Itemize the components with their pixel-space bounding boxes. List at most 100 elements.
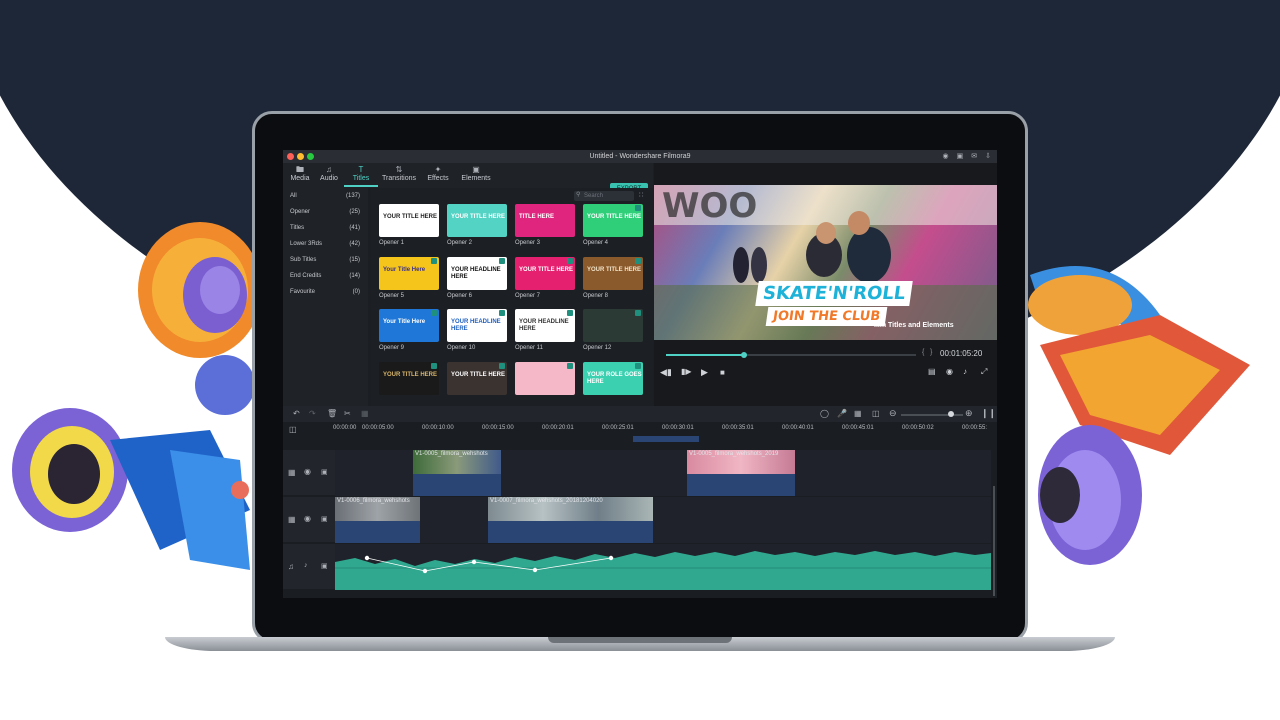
- title-template-thumbnail[interactable]: YOUR TITLE HERE: [379, 204, 439, 237]
- add-track-icon[interactable]: ◫: [289, 425, 297, 434]
- message-icon[interactable]: ✉: [971, 150, 977, 163]
- close-window-button[interactable]: [287, 153, 294, 160]
- minimize-window-button[interactable]: [297, 153, 304, 160]
- video-clip[interactable]: V1-0005_filmora_wehshots_2019: [687, 450, 795, 496]
- eye-icon[interactable]: ◉: [304, 514, 311, 523]
- download-icon[interactable]: [635, 310, 641, 316]
- keyframe[interactable]: [608, 555, 614, 561]
- title-template-thumbnail[interactable]: YOUR TITLE HERE: [583, 257, 643, 290]
- ruler-tick-label: 00:00:40:01: [782, 425, 814, 431]
- music-note-icon: ♫: [326, 165, 332, 174]
- category-all[interactable]: All (137): [290, 193, 360, 199]
- tab-elements[interactable]: ▣ Elements: [458, 165, 494, 182]
- mark-out-icon[interactable]: }: [930, 349, 932, 356]
- mark-in-icon[interactable]: {: [922, 349, 924, 356]
- crop-icon[interactable]: ▦: [361, 409, 369, 418]
- category-lower-3rds[interactable]: Lower 3Rds (42): [290, 241, 360, 247]
- cut-icon[interactable]: ✂: [344, 409, 351, 418]
- download-icon[interactable]: [635, 363, 641, 369]
- download-icon[interactable]: [567, 363, 573, 369]
- download-icon[interactable]: ⇩: [985, 150, 991, 163]
- maximize-window-button[interactable]: [307, 153, 314, 160]
- eye-icon[interactable]: ◉: [304, 467, 311, 476]
- title-template-thumbnail[interactable]: YOUR HEADLINE HERE: [447, 309, 507, 342]
- mixer-icon[interactable]: ▦: [854, 409, 862, 418]
- zoom-slider-track[interactable]: [901, 414, 963, 416]
- keyframe[interactable]: [364, 555, 370, 561]
- download-icon[interactable]: [499, 310, 505, 316]
- template-preview-text: YOUR HEADLINE HERE: [451, 319, 501, 332]
- render-icon[interactable]: ◯: [820, 409, 829, 418]
- category-end-credits[interactable]: End Credits (14): [290, 273, 360, 279]
- title-template-thumbnail[interactable]: [583, 309, 643, 342]
- title-template-thumbnail[interactable]: YOUR TITLE HERE: [447, 362, 507, 395]
- play-icon[interactable]: ▶: [701, 367, 708, 378]
- title-template-thumbnail[interactable]: YOUR HEADLINE HERE: [515, 309, 575, 342]
- tab-titles[interactable]: T Titles: [344, 165, 378, 187]
- category-favourite[interactable]: Favourite (0): [290, 289, 360, 295]
- split-screen-icon[interactable]: ◫: [872, 409, 880, 418]
- timecode: 00:01:05:20: [940, 349, 983, 358]
- download-icon[interactable]: [431, 310, 437, 316]
- grid-view-icon[interactable]: ∷: [639, 191, 643, 199]
- video-clip[interactable]: V1-0005_filmora_wehshots: [413, 450, 501, 496]
- title-template-thumbnail[interactable]: [515, 362, 575, 395]
- volume-icon[interactable]: ♪: [963, 367, 967, 376]
- speaker-icon[interactable]: ♪: [304, 562, 308, 569]
- keyframe[interactable]: [471, 559, 477, 565]
- lock-icon[interactable]: ▣: [321, 468, 328, 476]
- fullscreen-icon[interactable]: ⤢: [981, 367, 987, 377]
- title-template-thumbnail[interactable]: TITLE HERE: [515, 204, 575, 237]
- tab-audio[interactable]: ♫ Audio: [312, 165, 346, 182]
- timeline-ruler[interactable]: 00:00:00 00:00:05:00 00:00:10:00 00:00:15:0…: [333, 424, 991, 436]
- download-icon[interactable]: [499, 258, 505, 264]
- category-titles[interactable]: Titles (41): [290, 225, 360, 231]
- mic-icon[interactable]: 🎤: [837, 409, 847, 418]
- lock-icon[interactable]: ▣: [321, 515, 328, 523]
- tab-effects[interactable]: ✦ Effects: [421, 165, 455, 182]
- title-template-thumbnail[interactable]: YOUR HEADLINE HERE: [447, 257, 507, 290]
- download-icon[interactable]: [567, 310, 573, 316]
- lock-icon[interactable]: ▣: [321, 562, 328, 570]
- search-input[interactable]: Search: [574, 191, 634, 201]
- title-template-thumbnail[interactable]: Your Title Here: [379, 309, 439, 342]
- audio-waveform[interactable]: [335, 544, 991, 590]
- playhead-marker[interactable]: [633, 436, 699, 442]
- title-template-thumbnail[interactable]: Your Title Here: [379, 257, 439, 290]
- zoom-slider-knob[interactable]: [947, 411, 954, 417]
- cart-icon[interactable]: ▣: [957, 150, 964, 163]
- video-clip[interactable]: V1-0006_filmora_wehshots: [335, 497, 420, 543]
- monitor-icon[interactable]: ▤: [928, 367, 936, 376]
- zoom-in-icon[interactable]: ⊕: [965, 408, 973, 419]
- playback-scrubber[interactable]: [740, 352, 747, 358]
- category-opener[interactable]: Opener (25): [290, 209, 360, 215]
- stop-icon[interactable]: ■: [720, 368, 725, 377]
- undo-icon[interactable]: ↶: [293, 409, 300, 418]
- download-icon[interactable]: [431, 363, 437, 369]
- account-icon[interactable]: ◉: [943, 150, 949, 163]
- download-icon[interactable]: [635, 258, 641, 264]
- category-count: (42): [349, 241, 360, 247]
- rewind-icon[interactable]: ◀▮: [660, 367, 672, 378]
- video-clip[interactable]: V1-0007_filmora_wehshots_20181204020: [488, 497, 653, 543]
- title-template-thumbnail[interactable]: YOUR TITLE HERE: [379, 362, 439, 395]
- redo-icon[interactable]: ↷: [309, 409, 316, 418]
- download-icon[interactable]: [499, 363, 505, 369]
- title-template-thumbnail[interactable]: YOUR TITLE HERE: [447, 204, 507, 237]
- download-icon[interactable]: [567, 258, 573, 264]
- vertical-scrollbar[interactable]: [993, 486, 995, 596]
- category-sub-titles[interactable]: Sub Titles (15): [290, 257, 360, 263]
- delete-icon[interactable]: 🗑: [327, 409, 337, 418]
- title-template-thumbnail[interactable]: YOUR TITLE HERE: [583, 204, 643, 237]
- download-icon[interactable]: [635, 205, 641, 211]
- timeline-menu-icon[interactable]: ❙❙: [981, 408, 996, 419]
- keyframe[interactable]: [532, 567, 538, 573]
- download-icon[interactable]: [431, 258, 437, 264]
- title-template-thumbnail[interactable]: YOUR TITLE HERE: [515, 257, 575, 290]
- step-back-icon[interactable]: ▮▶: [681, 367, 692, 376]
- zoom-out-icon[interactable]: ⊖: [889, 408, 897, 419]
- snapshot-icon[interactable]: ◉: [946, 367, 953, 376]
- title-template-thumbnail[interactable]: YOUR ROLE GOES HERE: [583, 362, 643, 395]
- keyframe[interactable]: [422, 568, 428, 574]
- tab-transitions[interactable]: ⇅ Transitions: [381, 165, 417, 182]
